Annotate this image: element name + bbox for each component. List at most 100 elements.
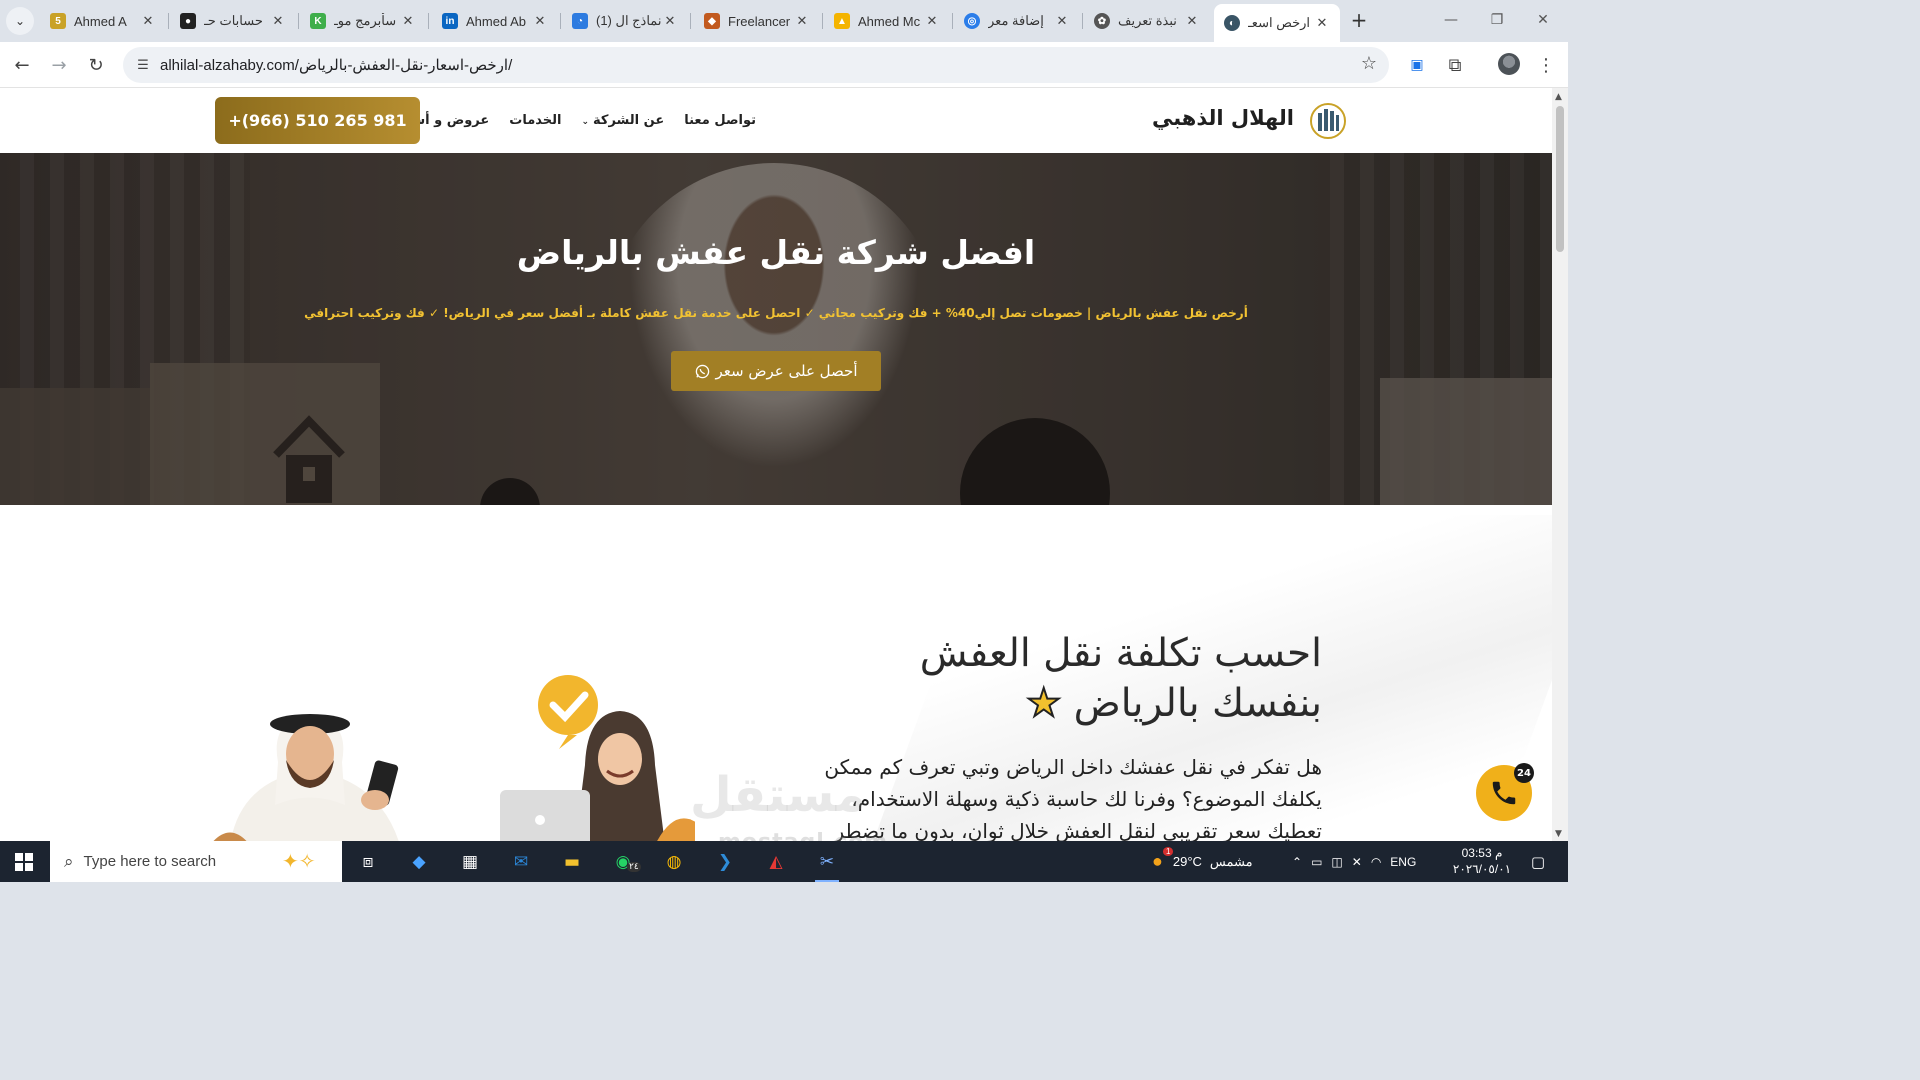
- calculator-title-line2: بنفسك بالرياض: [1073, 681, 1322, 726]
- tab-favicon: K: [310, 13, 326, 29]
- brand-logo-icon[interactable]: [1310, 103, 1346, 139]
- chevron-up-icon[interactable]: ⌃: [1292, 855, 1302, 869]
- clock-time: 03:53 م: [1461, 846, 1503, 860]
- close-tab-icon[interactable]: ✕: [270, 13, 286, 29]
- browser-tab[interactable]: ◔ (1) نماذج ال ✕: [562, 4, 688, 38]
- whatsapp-app-icon[interactable]: ◉ ٢٤: [607, 846, 641, 878]
- notifications-icon[interactable]: ▢: [1522, 846, 1554, 878]
- brand-name[interactable]: الهلال الذهبي: [1152, 106, 1294, 130]
- tab-favicon: ◆: [704, 13, 720, 29]
- copilot-icon[interactable]: ◆: [403, 846, 435, 878]
- task-view-icon[interactable]: ⧈: [352, 846, 384, 878]
- tab-favicon: ✿: [1094, 13, 1110, 29]
- weather-text: مشمس: [1209, 853, 1253, 869]
- back-icon[interactable]: ←: [8, 51, 36, 79]
- extension-icon[interactable]: ▣: [1403, 51, 1431, 79]
- camera-icon[interactable]: ◫: [1331, 855, 1342, 869]
- browser-tab[interactable]: in Ahmed Ab ✕: [432, 4, 558, 38]
- site-info-icon[interactable]: ☰: [131, 53, 155, 77]
- page-viewport: الهلال الذهبي عروض و أسعار الخدمات عن ال…: [0, 88, 1552, 841]
- calculator-title-line: بنفسك بالرياض ★: [722, 679, 1322, 729]
- windows-taskbar: ⌕ Type here to search ✦✧ ⧈ ◆ ▦ ✉ ▬ ◉ ٢٤ ◍…: [0, 841, 1568, 882]
- windows-start-button[interactable]: [0, 841, 48, 882]
- browser-tab[interactable]: K سأبرمج موـ ✕: [300, 4, 426, 38]
- scrollbar-thumb[interactable]: [1556, 106, 1564, 252]
- get-quote-button[interactable]: أحصل على عرض سعر: [671, 351, 881, 391]
- browser-tab[interactable]: ◎ إضافة معر ✕: [954, 4, 1080, 38]
- tab-title: إضافة معر: [988, 13, 1044, 28]
- tab-title: سأبرمج موـ: [334, 13, 397, 28]
- weather-temp: 29°C: [1172, 854, 1202, 869]
- outlook-icon[interactable]: ✉: [505, 846, 537, 878]
- phone-button[interactable]: +(966) 510 265 981: [215, 97, 420, 144]
- tab-title: حسابات حـ: [204, 13, 263, 28]
- tab-divider: [428, 13, 429, 29]
- browser-tab[interactable]: ▲ Ahmed Mc ✕: [824, 4, 950, 38]
- browser-tab[interactable]: ◆ Freelancer ✕: [694, 4, 820, 38]
- browser-tab[interactable]: ✿ نبذة تعريف ✕: [1084, 4, 1210, 38]
- tab-divider: [1082, 13, 1083, 29]
- volume-muted-icon[interactable]: ✕: [1352, 855, 1362, 869]
- nav-contact-us[interactable]: تواصل معنا: [684, 113, 756, 128]
- tab-favicon: ◔: [572, 13, 588, 29]
- close-tab-icon[interactable]: ✕: [1054, 13, 1070, 29]
- close-tab-icon[interactable]: ✕: [400, 13, 416, 29]
- tab-title: Ahmed Ab: [466, 13, 526, 29]
- language-indicator[interactable]: ENG: [1390, 855, 1416, 869]
- watermark-arabic: مستقل: [690, 767, 866, 823]
- tab-favicon: 5: [50, 13, 66, 29]
- browser-tab-active[interactable]: ◐ ارخص اسعـ ✕: [1214, 4, 1340, 42]
- taskbar-clock[interactable]: 03:53 م ٢٠٢٦/٠٥/٠١: [1450, 845, 1514, 877]
- calculator-title-line: احسب تكلفة نقل العفش: [919, 631, 1322, 676]
- whatsapp-badge: ٢٤: [627, 862, 641, 872]
- address-bar[interactable]: ☰ alhilal-alzahaby.com/ارخص-اسعار-نقل-ال…: [123, 47, 1389, 83]
- profile-avatar[interactable]: [1498, 53, 1520, 75]
- tab-search-menu-icon[interactable]: ⌄: [6, 7, 34, 35]
- browser-tab[interactable]: ● حسابات حـ ✕: [170, 4, 296, 38]
- man-with-phone-illustration: [213, 714, 399, 841]
- whatsapp-icon: [695, 364, 709, 378]
- vscode-icon[interactable]: ❯: [709, 846, 741, 878]
- taskbar-search-input[interactable]: ⌕ Type here to search ✦✧: [50, 841, 342, 882]
- nav-services[interactable]: الخدمات: [509, 113, 561, 128]
- tab-title: Freelancer: [728, 13, 791, 29]
- snipping-tool-icon[interactable]: ✂: [811, 846, 843, 882]
- url-text[interactable]: alhilal-alzahaby.com/ارخص-اسعار-نقل-العف…: [160, 56, 512, 74]
- search-icon: ⌕: [64, 851, 74, 871]
- scroll-up-arrow-icon[interactable]: ▲: [1555, 92, 1562, 102]
- close-tab-icon[interactable]: ✕: [924, 13, 940, 29]
- close-tab-icon[interactable]: ✕: [662, 13, 678, 29]
- browser-menu-icon[interactable]: ⋮: [1532, 51, 1560, 79]
- new-tab-button[interactable]: +: [1346, 8, 1372, 34]
- get-quote-label: أحصل على عرض سعر: [715, 362, 858, 380]
- reload-icon[interactable]: ↻: [82, 51, 110, 79]
- minimize-button[interactable]: —: [1428, 8, 1474, 32]
- close-tab-icon[interactable]: ✕: [140, 13, 156, 29]
- nav-about-company[interactable]: عن الشركة⌄: [581, 113, 664, 128]
- close-tab-icon[interactable]: ✕: [532, 13, 548, 29]
- phone-icon: [1492, 781, 1516, 805]
- weather-widget[interactable]: ● 1 29°C مشمس: [1152, 841, 1253, 882]
- close-tab-icon[interactable]: ✕: [1184, 13, 1200, 29]
- extensions-puzzle-icon[interactable]: ⧉: [1441, 51, 1469, 79]
- file-explorer-icon[interactable]: ▬: [556, 846, 588, 878]
- tab-title: Ahmed Mc: [858, 13, 921, 29]
- chrome-icon[interactable]: ◍: [658, 846, 690, 878]
- microsoft-store-icon[interactable]: ▦: [454, 846, 486, 878]
- maximize-button[interactable]: ❐: [1474, 8, 1520, 32]
- bookmark-star-icon[interactable]: ☆: [1361, 53, 1377, 74]
- close-window-button[interactable]: ✕: [1520, 8, 1566, 32]
- scroll-down-arrow-icon[interactable]: ▼: [1555, 829, 1562, 839]
- close-tab-icon[interactable]: ✕: [1314, 15, 1330, 31]
- wifi-icon[interactable]: ◠: [1371, 855, 1381, 869]
- forward-icon[interactable]: →: [45, 51, 73, 79]
- call-floating-button[interactable]: 24: [1476, 763, 1534, 821]
- calculator-title: احسب تكلفة نقل العفش بنفسك بالرياض ★: [722, 629, 1322, 729]
- battery-icon[interactable]: ▭: [1311, 855, 1322, 869]
- search-placeholder: Type here to search: [83, 853, 217, 870]
- close-tab-icon[interactable]: ✕: [794, 13, 810, 29]
- page-scrollbar[interactable]: ▲ ▼: [1552, 88, 1568, 841]
- browser-tab[interactable]: 5 Ahmed A ✕: [40, 4, 166, 38]
- sun-icon: ● 1: [1152, 847, 1174, 872]
- acrobat-icon[interactable]: ◭: [760, 846, 792, 878]
